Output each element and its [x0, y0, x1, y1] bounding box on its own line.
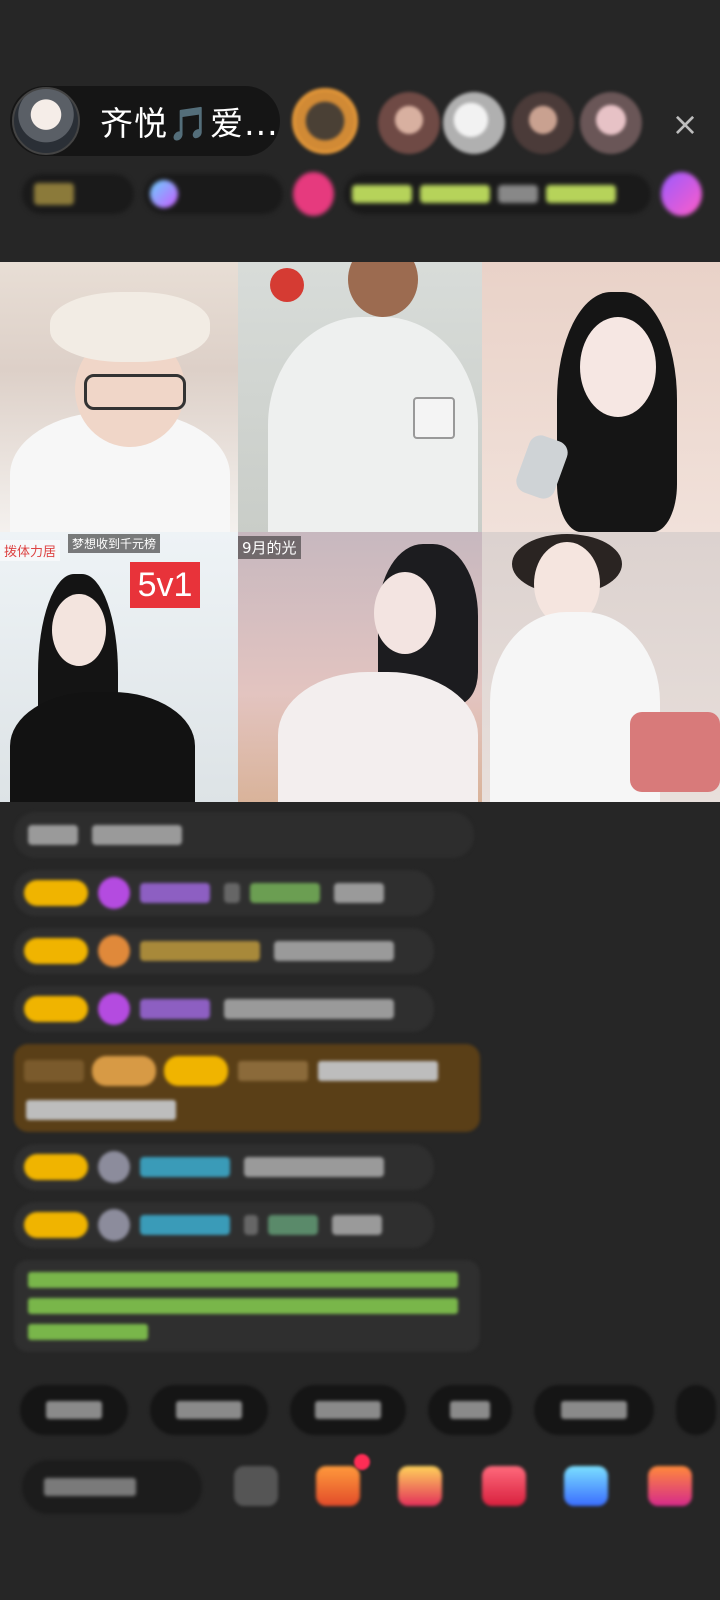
- more-icon[interactable]: [648, 1466, 692, 1506]
- host-avatar[interactable]: [12, 87, 80, 155]
- video-tile[interactable]: [0, 262, 238, 532]
- viewer-avatar-top[interactable]: [292, 88, 358, 154]
- chat-message: [14, 928, 434, 974]
- viewer-avatar[interactable]: [512, 92, 574, 154]
- tile-tag: 拨体力居: [0, 540, 61, 561]
- viewer-avatar[interactable]: [580, 92, 642, 154]
- message-icon[interactable]: [234, 1466, 278, 1506]
- quick-reply-row: [20, 1385, 720, 1435]
- chat-message: [14, 812, 474, 858]
- viewer-avatar[interactable]: [443, 92, 505, 154]
- popularity-chip[interactable]: [143, 174, 284, 214]
- quick-reply-chip[interactable]: [290, 1385, 406, 1435]
- video-tile[interactable]: 拨体力居 梦想收到千元榜 5v1: [0, 532, 238, 802]
- chat-message-announcement: [14, 1260, 480, 1352]
- video-tile[interactable]: 9月的光: [238, 532, 482, 802]
- tile-tag: 9月的光: [238, 536, 301, 559]
- game-icon[interactable]: [398, 1466, 442, 1506]
- video-tile[interactable]: [482, 532, 720, 802]
- chat-message: [14, 870, 434, 916]
- announcement-chip[interactable]: [344, 174, 652, 214]
- gift-box-icon[interactable]: [316, 1466, 360, 1506]
- tile-tag: 梦想收到千元榜: [68, 534, 161, 553]
- video-tile[interactable]: [238, 262, 482, 532]
- quick-reply-chip[interactable]: [428, 1385, 512, 1435]
- video-grid: 拨体力居 梦想收到千元榜 5v1 9月的光: [0, 262, 720, 802]
- chat-message: [14, 1202, 434, 1248]
- host-info-pill[interactable]: 齐悦🎵爱...: [10, 86, 280, 156]
- rank-chip[interactable]: [22, 174, 134, 214]
- chat-message-highlight: [14, 1044, 480, 1132]
- quick-reply-chip[interactable]: [20, 1385, 128, 1435]
- video-tile[interactable]: [482, 262, 720, 532]
- heart-gift-icon[interactable]: [482, 1466, 526, 1506]
- quick-reply-chip[interactable]: [534, 1385, 654, 1435]
- host-name: 齐悦🎵爱...: [100, 104, 279, 143]
- viewer-avatar[interactable]: [378, 92, 440, 154]
- close-icon[interactable]: ×: [665, 104, 705, 144]
- info-chip-row: [22, 170, 703, 218]
- quick-reply-chip[interactable]: [150, 1385, 268, 1435]
- quick-reply-chip[interactable]: [676, 1385, 716, 1435]
- share-icon[interactable]: [564, 1466, 608, 1506]
- chat-message: [14, 986, 434, 1032]
- notification-dot: [354, 1454, 370, 1470]
- pk-badge: 5v1: [130, 562, 200, 608]
- chat-list[interactable]: [14, 812, 484, 1364]
- gift-event-icon[interactable]: [293, 172, 335, 216]
- bottom-toolbar: [0, 1452, 720, 1522]
- chat-input[interactable]: [22, 1460, 202, 1514]
- chat-message: [14, 1144, 434, 1190]
- activity-icon[interactable]: [661, 172, 703, 216]
